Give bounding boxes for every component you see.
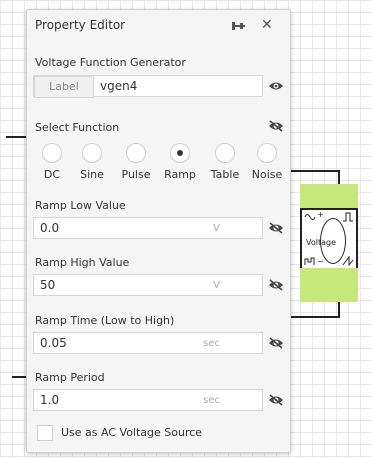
ramp-period-value: 1.0 <box>40 393 60 407</box>
minus-sign: − <box>317 257 324 266</box>
radio-option-dc[interactable]: DC <box>37 143 67 181</box>
ramp-low-input[interactable]: 0.0 V <box>33 217 263 239</box>
panel-header[interactable]: Property Editor ✕ <box>27 10 290 40</box>
radio-button[interactable] <box>257 143 277 163</box>
ramp-high-input[interactable]: 50 V <box>33 274 263 296</box>
voltage-source-component[interactable]: + Voltage − <box>289 180 369 307</box>
radio-option-noise[interactable]: Noise <box>249 143 285 181</box>
ramp-period-unit: sec <box>203 395 220 406</box>
radio-label: Noise <box>251 168 283 181</box>
wire-right-bottom <box>288 316 340 318</box>
eye-hidden-icon[interactable] <box>268 120 284 132</box>
pin-icon[interactable] <box>231 19 245 33</box>
radio-option-pulse[interactable]: Pulse <box>119 143 153 181</box>
function-radio-group: DC Sine Pulse Ramp Table Noise <box>37 143 287 183</box>
ramp-high-row: 50 V <box>33 274 285 296</box>
component-top-terminal <box>300 184 358 210</box>
ramp-time-row: 0.05 sec <box>33 332 285 354</box>
radio-option-table[interactable]: Table <box>207 143 243 181</box>
radio-label: Pulse <box>121 168 151 181</box>
label-chip: Label <box>34 76 94 98</box>
radio-label: Table <box>210 168 240 181</box>
ramp-low-value: 0.0 <box>40 221 60 235</box>
radio-option-sine[interactable]: Sine <box>77 143 107 181</box>
ramp-wave-icon <box>342 256 354 266</box>
pulse-wave-icon <box>343 212 353 222</box>
close-icon[interactable]: ✕ <box>261 17 273 33</box>
plus-sign: + <box>317 210 324 219</box>
ramp-high-label: Ramp High Value <box>35 256 130 269</box>
ramp-time-value: 0.05 <box>40 336 67 350</box>
ac-source-checkbox[interactable] <box>37 425 53 441</box>
ramp-low-label: Ramp Low Value <box>35 199 126 212</box>
radio-button[interactable] <box>215 143 235 163</box>
eye-hidden-icon[interactable] <box>268 337 284 349</box>
ramp-period-input[interactable]: 1.0 sec <box>33 389 263 411</box>
wire-left-top <box>6 136 28 138</box>
ramp-high-unit: V <box>213 280 220 291</box>
eye-hidden-icon[interactable] <box>268 222 284 234</box>
generator-section-title: Voltage Function Generator <box>35 56 186 69</box>
function-section-title: Select Function <box>35 121 120 134</box>
ramp-time-unit: sec <box>203 338 220 349</box>
radio-button[interactable] <box>126 143 146 163</box>
component-label: Voltage <box>306 238 337 247</box>
ramp-period-label: Ramp Period <box>35 371 105 384</box>
label-row: Label vgen4 <box>33 75 285 98</box>
sine-wave-icon <box>304 214 316 220</box>
ramp-time-label: Ramp Time (Low to High) <box>35 314 175 327</box>
wire-right-top <box>288 170 340 172</box>
eye-hidden-icon[interactable] <box>268 394 284 406</box>
table-wave-icon <box>304 257 315 265</box>
component-bottom-terminal <box>300 268 358 302</box>
eye-hidden-icon[interactable] <box>268 279 284 291</box>
radio-option-ramp[interactable]: Ramp <box>163 143 197 181</box>
ramp-low-unit: V <box>213 223 220 234</box>
eye-icon[interactable] <box>268 80 284 92</box>
radio-button[interactable] <box>82 143 102 163</box>
radio-label: DC <box>43 168 61 181</box>
ramp-high-value: 50 <box>40 278 56 292</box>
radio-button[interactable] <box>42 143 62 163</box>
ramp-period-row: 1.0 sec <box>33 389 285 411</box>
radio-label: Ramp <box>164 168 196 181</box>
property-editor-panel: Property Editor ✕ Voltage Function Gener… <box>26 9 291 453</box>
radio-label: Sine <box>80 168 104 181</box>
label-field[interactable]: Label vgen4 <box>33 75 263 98</box>
label-value: vgen4 <box>100 79 138 93</box>
panel-title: Property Editor <box>35 18 126 32</box>
ac-source-label: Use as AC Voltage Source <box>61 426 203 439</box>
ramp-low-row: 0.0 V <box>33 217 285 239</box>
radio-button-selected[interactable] <box>170 143 190 163</box>
ramp-time-input[interactable]: 0.05 sec <box>33 332 263 354</box>
